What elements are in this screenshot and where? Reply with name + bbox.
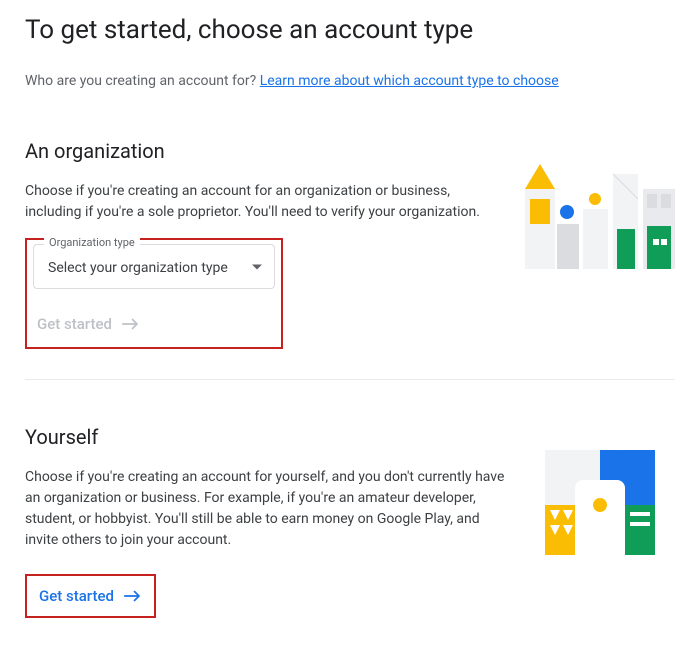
yourself-description: Choose if you're creating an account for… xyxy=(25,467,505,551)
dropdown-icon xyxy=(252,264,262,269)
organization-description: Choose if you're creating an account for… xyxy=(25,181,505,223)
organization-content: An organization Choose if you're creatin… xyxy=(25,139,505,349)
organization-button-label: Get started xyxy=(37,315,112,333)
organization-illustration xyxy=(525,164,675,273)
yourself-highlight-box: Get started xyxy=(25,574,156,618)
select-placeholder: Select your organization type xyxy=(48,260,228,276)
select-label: Organization type xyxy=(44,236,140,249)
organization-highlight-box: Organization type Select your organizati… xyxy=(25,238,283,349)
intro-prefix: Who are you creating an account for? xyxy=(25,73,260,89)
organization-title: An organization xyxy=(25,139,505,163)
organization-type-select[interactable]: Organization type Select your organizati… xyxy=(33,244,275,289)
organization-get-started-button: Get started xyxy=(33,307,144,341)
organization-section: An organization Choose if you're creatin… xyxy=(25,139,675,349)
section-divider xyxy=(25,379,675,380)
yourself-button-label: Get started xyxy=(39,587,114,605)
arrow-right-icon xyxy=(124,589,142,603)
yourself-content: Yourself Choose if you're creating an ac… xyxy=(25,425,505,618)
arrow-right-icon xyxy=(122,317,140,331)
yourself-illustration xyxy=(525,450,675,559)
yourself-title: Yourself xyxy=(25,425,505,449)
page-title: To get started, choose an account type xyxy=(25,15,675,45)
yourself-section: Yourself Choose if you're creating an ac… xyxy=(25,425,675,618)
learn-more-link[interactable]: Learn more about which account type to c… xyxy=(260,73,559,89)
intro-text: Who are you creating an account for? Lea… xyxy=(25,73,675,89)
yourself-get-started-button[interactable]: Get started xyxy=(35,579,146,613)
